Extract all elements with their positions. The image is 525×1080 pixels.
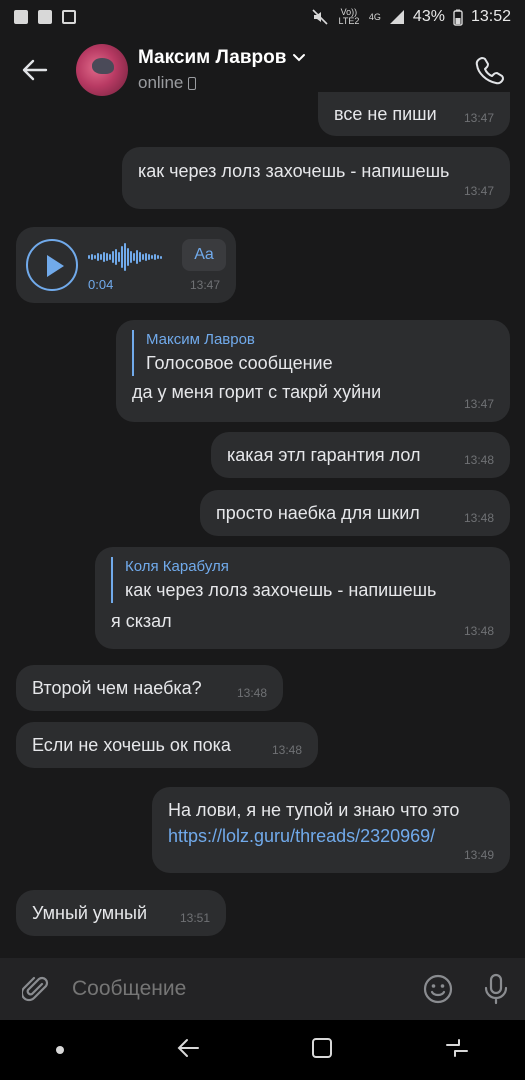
- battery-percent: 43%: [412, 8, 445, 25]
- message-time: 13:47: [463, 111, 494, 125]
- signal-icon: [389, 10, 404, 24]
- avatar[interactable]: [76, 44, 128, 96]
- recent-apps-button[interactable]: [445, 1037, 469, 1064]
- mute-icon: [312, 9, 328, 25]
- folder-notification-icon: [38, 10, 52, 24]
- message-bubble[interactable]: На лови, я не тупой и знаю что это https…: [152, 787, 510, 873]
- voice-waveform[interactable]: [88, 243, 162, 271]
- contact-info[interactable]: Максим Лавров online: [138, 47, 306, 93]
- network-type: 4G: [368, 11, 381, 22]
- message-bubble[interactable]: Умный умный 13:51: [16, 890, 226, 936]
- message-time: 13:47: [463, 184, 494, 198]
- attach-icon: [22, 976, 49, 1002]
- waveform-bar: [145, 253, 147, 261]
- chevron-down-icon: [293, 54, 306, 62]
- message-time: 13:48: [463, 511, 494, 525]
- waveform-bar: [136, 250, 138, 264]
- message-bubble[interactable]: Если не хочешь ок пока 13:48: [16, 722, 318, 768]
- voice-record-button[interactable]: [467, 958, 525, 1020]
- waveform-bar: [100, 254, 102, 260]
- nav-dot-indicator: [55, 1046, 64, 1054]
- message-time: 13:48: [463, 624, 494, 638]
- message-bubble[interactable]: Второй чем наебка? 13:48: [16, 665, 283, 711]
- call-button[interactable]: [467, 48, 511, 92]
- waveform-bar: [88, 255, 90, 259]
- message-text: да у меня горит с такрй хуйни: [132, 382, 382, 402]
- waveform-bar: [112, 251, 114, 263]
- emoji-icon: [423, 974, 453, 1004]
- waveform-bar: [106, 253, 108, 261]
- lte-indicator: Vo)) LTE2: [338, 7, 360, 26]
- message-bubble[interactable]: Максим Лавров Голосовое сообщение да у м…: [116, 320, 510, 422]
- waveform-bar: [130, 251, 132, 263]
- waveform-bar: [133, 253, 135, 261]
- recent-apps-icon: [446, 1038, 469, 1057]
- waveform-bar: [139, 252, 141, 262]
- waveform-bar: [154, 254, 156, 260]
- message-time: 13:49: [463, 848, 494, 862]
- phone-icon: [475, 57, 504, 85]
- reply-text: как через лолз захочешь - напишешь: [125, 580, 437, 600]
- gallery-notification-icon: [14, 10, 28, 24]
- message-text: как через лолз захочешь - напишешь: [138, 161, 450, 181]
- waveform-bar: [103, 252, 105, 262]
- waveform-bar: [118, 252, 120, 262]
- back-nav-button[interactable]: [176, 1037, 200, 1064]
- message-bubble[interactable]: Коля Карабуля как через лолз захочешь - …: [95, 547, 510, 649]
- checkbox-notification-icon: [62, 10, 76, 24]
- message-input[interactable]: [72, 977, 409, 1001]
- reply-quote[interactable]: Коля Карабуля как через лолз захочешь - …: [111, 557, 494, 603]
- back-arrow-icon: [22, 59, 48, 81]
- message-bubble[interactable]: как через лолз захочешь - напишешь 13:47: [122, 147, 510, 209]
- waveform-bar: [94, 255, 96, 259]
- message-time: 13:51: [179, 911, 210, 925]
- message-bubble[interactable]: просто наебка для шкил 13:48: [200, 490, 510, 536]
- reply-author: Максим Лавров: [146, 331, 255, 348]
- message-link[interactable]: https://lolz.guru/threads/2320969/: [168, 823, 494, 849]
- contact-name: Максим Лавров: [138, 47, 287, 68]
- home-icon: [312, 1037, 333, 1058]
- message-composer: [0, 958, 525, 1020]
- message-time: 13:48: [271, 743, 302, 757]
- message-bubble[interactable]: какая этл гарантия лол 13:48: [211, 432, 510, 478]
- message-bubble[interactable]: все не пиши 13:47: [318, 92, 510, 136]
- waveform-bar: [127, 248, 129, 266]
- voice-duration: 0:04: [88, 277, 114, 292]
- reply-quote[interactable]: Максим Лавров Голосовое сообщение: [132, 330, 494, 376]
- transcribe-button[interactable]: Aa: [182, 239, 226, 271]
- emoji-button[interactable]: [409, 958, 467, 1020]
- battery-icon: [453, 9, 463, 26]
- voice-message[interactable]: 0:04 Aa 13:47: [16, 227, 236, 303]
- system-navigation-bar: [0, 1020, 525, 1080]
- back-nav-icon: [177, 1038, 199, 1057]
- message-time: 13:48: [463, 453, 494, 467]
- online-status: online: [138, 73, 184, 92]
- waveform-bar: [148, 254, 150, 260]
- waveform-bar: [151, 255, 153, 259]
- waveform-bar: [121, 246, 123, 268]
- message-time: 13:47: [463, 397, 494, 411]
- clock: 13:52: [470, 8, 511, 25]
- reply-text: Голосовое сообщение: [146, 353, 333, 373]
- play-button[interactable]: [26, 239, 78, 291]
- message-text: я скзал: [111, 611, 172, 631]
- waveform-bar: [115, 249, 117, 265]
- waveform-bar: [160, 255, 162, 259]
- waveform-bar: [97, 253, 99, 261]
- waveform-bar: [109, 254, 111, 260]
- message-text: На лови, я не тупой и знаю что это: [168, 800, 460, 820]
- reply-author: Коля Карабуля: [125, 558, 229, 575]
- message-time: 13:47: [189, 278, 220, 292]
- home-nav-button[interactable]: [311, 1037, 333, 1064]
- mic-icon: [484, 973, 508, 1005]
- back-button[interactable]: [0, 34, 70, 106]
- message-time: 13:48: [236, 686, 267, 700]
- mobile-device-icon: [188, 76, 197, 90]
- attach-button[interactable]: [0, 958, 72, 1020]
- waveform-bar: [157, 255, 159, 259]
- status-bar: Vo)) LTE2 4G 43% 13:52: [0, 0, 525, 34]
- waveform-bar: [142, 254, 144, 260]
- waveform-bar: [124, 243, 126, 271]
- waveform-bar: [91, 254, 93, 260]
